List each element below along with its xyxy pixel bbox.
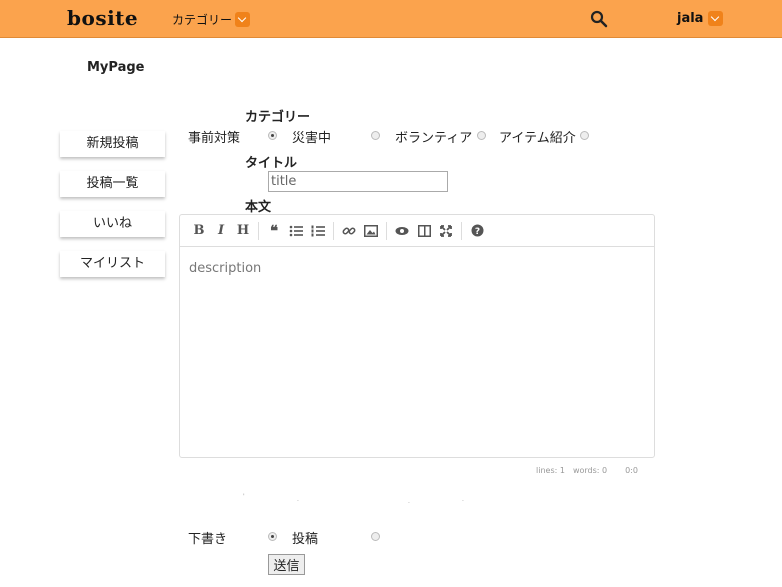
title-input[interactable] bbox=[268, 171, 448, 192]
sidebar-item-likes[interactable]: いいね bbox=[60, 211, 165, 237]
body-textarea-placeholder[interactable]: description bbox=[189, 261, 261, 276]
status-radio-publish[interactable] bbox=[371, 532, 380, 541]
category-option-label: ボランティア bbox=[395, 131, 473, 146]
italic-icon[interactable]: I bbox=[210, 220, 232, 242]
sidebar-item-post-list[interactable]: 投稿一覧 bbox=[60, 171, 165, 197]
editor-toolbar: B I H ❝ ? bbox=[180, 215, 654, 247]
toolbar-divider bbox=[258, 221, 259, 240]
editor-words-count: words: 0 bbox=[572, 466, 608, 475]
category-radio-during-disaster[interactable] bbox=[371, 131, 380, 140]
help-icon[interactable]: ? bbox=[466, 220, 488, 242]
status-option-label: 投稿 bbox=[292, 532, 319, 547]
category-label: カテゴリー bbox=[245, 110, 311, 125]
toolbar-divider bbox=[333, 221, 334, 240]
bold-icon[interactable]: B bbox=[188, 220, 210, 242]
svg-text:?: ? bbox=[474, 227, 479, 237]
sidebar-item-new-post[interactable]: 新規投稿 bbox=[60, 131, 165, 157]
user-name: jala bbox=[677, 11, 704, 26]
artifact-dot: · bbox=[408, 500, 410, 507]
toolbar-divider bbox=[386, 221, 387, 240]
chevron-down-icon[interactable] bbox=[235, 12, 251, 27]
quote-icon[interactable]: ❝ bbox=[263, 220, 285, 242]
category-radio-item-intro[interactable] bbox=[580, 131, 589, 140]
preview-eye-icon[interactable] bbox=[391, 220, 413, 242]
category-menu[interactable]: カテゴリー bbox=[172, 11, 251, 28]
unordered-list-icon[interactable] bbox=[285, 220, 307, 242]
page-title: MyPage bbox=[87, 60, 145, 75]
category-menu-label: カテゴリー bbox=[172, 13, 233, 27]
artifact-dot: · bbox=[297, 498, 299, 505]
category-option-label: 災害中 bbox=[292, 131, 332, 146]
artifact-dot: ' bbox=[243, 493, 245, 500]
title-label: タイトル bbox=[245, 156, 298, 171]
search-icon[interactable] bbox=[590, 10, 608, 28]
category-radio-preparation[interactable] bbox=[268, 131, 277, 140]
sidebar-item-mylist[interactable]: マイリスト bbox=[60, 251, 165, 277]
category-option-label: アイテム紹介 bbox=[499, 131, 576, 146]
side-by-side-icon[interactable] bbox=[413, 220, 435, 242]
image-icon[interactable] bbox=[360, 220, 382, 242]
chevron-down-icon[interactable] bbox=[708, 11, 724, 26]
editor-cursor-position: 0:0 bbox=[625, 466, 638, 475]
status-radio-draft[interactable] bbox=[268, 532, 277, 541]
ordered-list-icon[interactable] bbox=[307, 220, 329, 242]
user-menu[interactable]: jala bbox=[677, 11, 724, 26]
status-option-label: 下書き bbox=[188, 532, 228, 547]
markdown-editor[interactable]: B I H ❝ ? description bbox=[179, 214, 655, 458]
submit-button[interactable]: 送信 bbox=[268, 554, 305, 575]
heading-icon[interactable]: H bbox=[232, 220, 254, 242]
artifact-dot: · bbox=[462, 498, 464, 505]
top-navbar: bosite カテゴリー jala bbox=[0, 0, 782, 38]
fullscreen-icon[interactable] bbox=[435, 220, 457, 242]
toolbar-divider bbox=[461, 221, 462, 240]
category-option-label: 事前対策 bbox=[188, 131, 241, 146]
editor-lines-count: lines: 1 bbox=[536, 466, 565, 475]
site-logo[interactable]: bosite bbox=[67, 6, 138, 30]
link-icon[interactable] bbox=[338, 220, 360, 242]
body-label: 本文 bbox=[245, 200, 272, 215]
editor-status-bar: lines: 1 words: 0 0:0 bbox=[536, 466, 646, 475]
category-radio-volunteer[interactable] bbox=[477, 131, 486, 140]
